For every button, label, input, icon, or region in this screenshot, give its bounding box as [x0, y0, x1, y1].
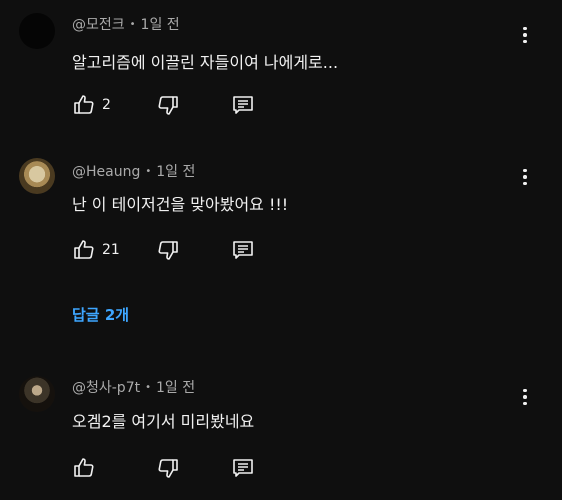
avatar[interactable]: [19, 376, 55, 412]
like-button[interactable]: 21: [72, 238, 120, 262]
reply-button[interactable]: [231, 93, 255, 117]
thumbs-up-icon: [74, 458, 94, 477]
avatar[interactable]: [19, 158, 55, 194]
reply-button[interactable]: [231, 238, 255, 262]
more-vert-icon: [523, 26, 527, 31]
dislike-button[interactable]: [156, 93, 180, 117]
like-button[interactable]: [72, 456, 102, 480]
more-actions-button[interactable]: [515, 23, 535, 47]
comment-header: @Heaung • 1일 전: [72, 161, 195, 181]
author-name[interactable]: @청사-p7t: [72, 380, 140, 396]
avatar[interactable]: [19, 13, 55, 49]
comment-header: @청사-p7t • 1일 전: [72, 377, 195, 397]
reply-button[interactable]: [231, 456, 255, 480]
like-count: 21: [102, 242, 120, 258]
separator: •: [129, 19, 136, 30]
timestamp[interactable]: 1일 전: [156, 164, 195, 180]
more-actions-button[interactable]: [515, 165, 535, 189]
thumbs-up-icon: [74, 95, 94, 114]
reply-icon: [233, 96, 253, 114]
separator: •: [145, 382, 152, 393]
like-button[interactable]: 2: [72, 93, 111, 117]
reply-icon: [233, 459, 253, 477]
more-vert-icon: [523, 388, 527, 393]
more-actions-button[interactable]: [515, 385, 535, 409]
thumbs-down-icon: [158, 241, 178, 260]
thumbs-down-icon: [158, 96, 178, 115]
comment-text: 오겜2를 여기서 미리봤네요: [72, 412, 255, 431]
comment-text: 난 이 테이저건을 맞아봤어요 !!!: [72, 195, 289, 214]
comment-header: @모전크 • 1일 전: [72, 14, 180, 34]
author-name[interactable]: @모전크: [72, 17, 125, 33]
comment-text: 알고리즘에 이끌린 자들이여 나에게로...: [72, 53, 339, 72]
timestamp[interactable]: 1일 전: [156, 380, 195, 396]
thumbs-up-icon: [74, 240, 94, 259]
separator: •: [145, 166, 152, 177]
dislike-button[interactable]: [156, 456, 180, 480]
like-count: 2: [102, 97, 111, 113]
author-name[interactable]: @Heaung: [72, 164, 140, 180]
view-replies-button[interactable]: 답글 2개: [72, 304, 129, 325]
more-vert-icon: [523, 168, 527, 173]
timestamp[interactable]: 1일 전: [141, 17, 180, 33]
thumbs-down-icon: [158, 459, 178, 478]
reply-icon: [233, 241, 253, 259]
dislike-button[interactable]: [156, 238, 180, 262]
